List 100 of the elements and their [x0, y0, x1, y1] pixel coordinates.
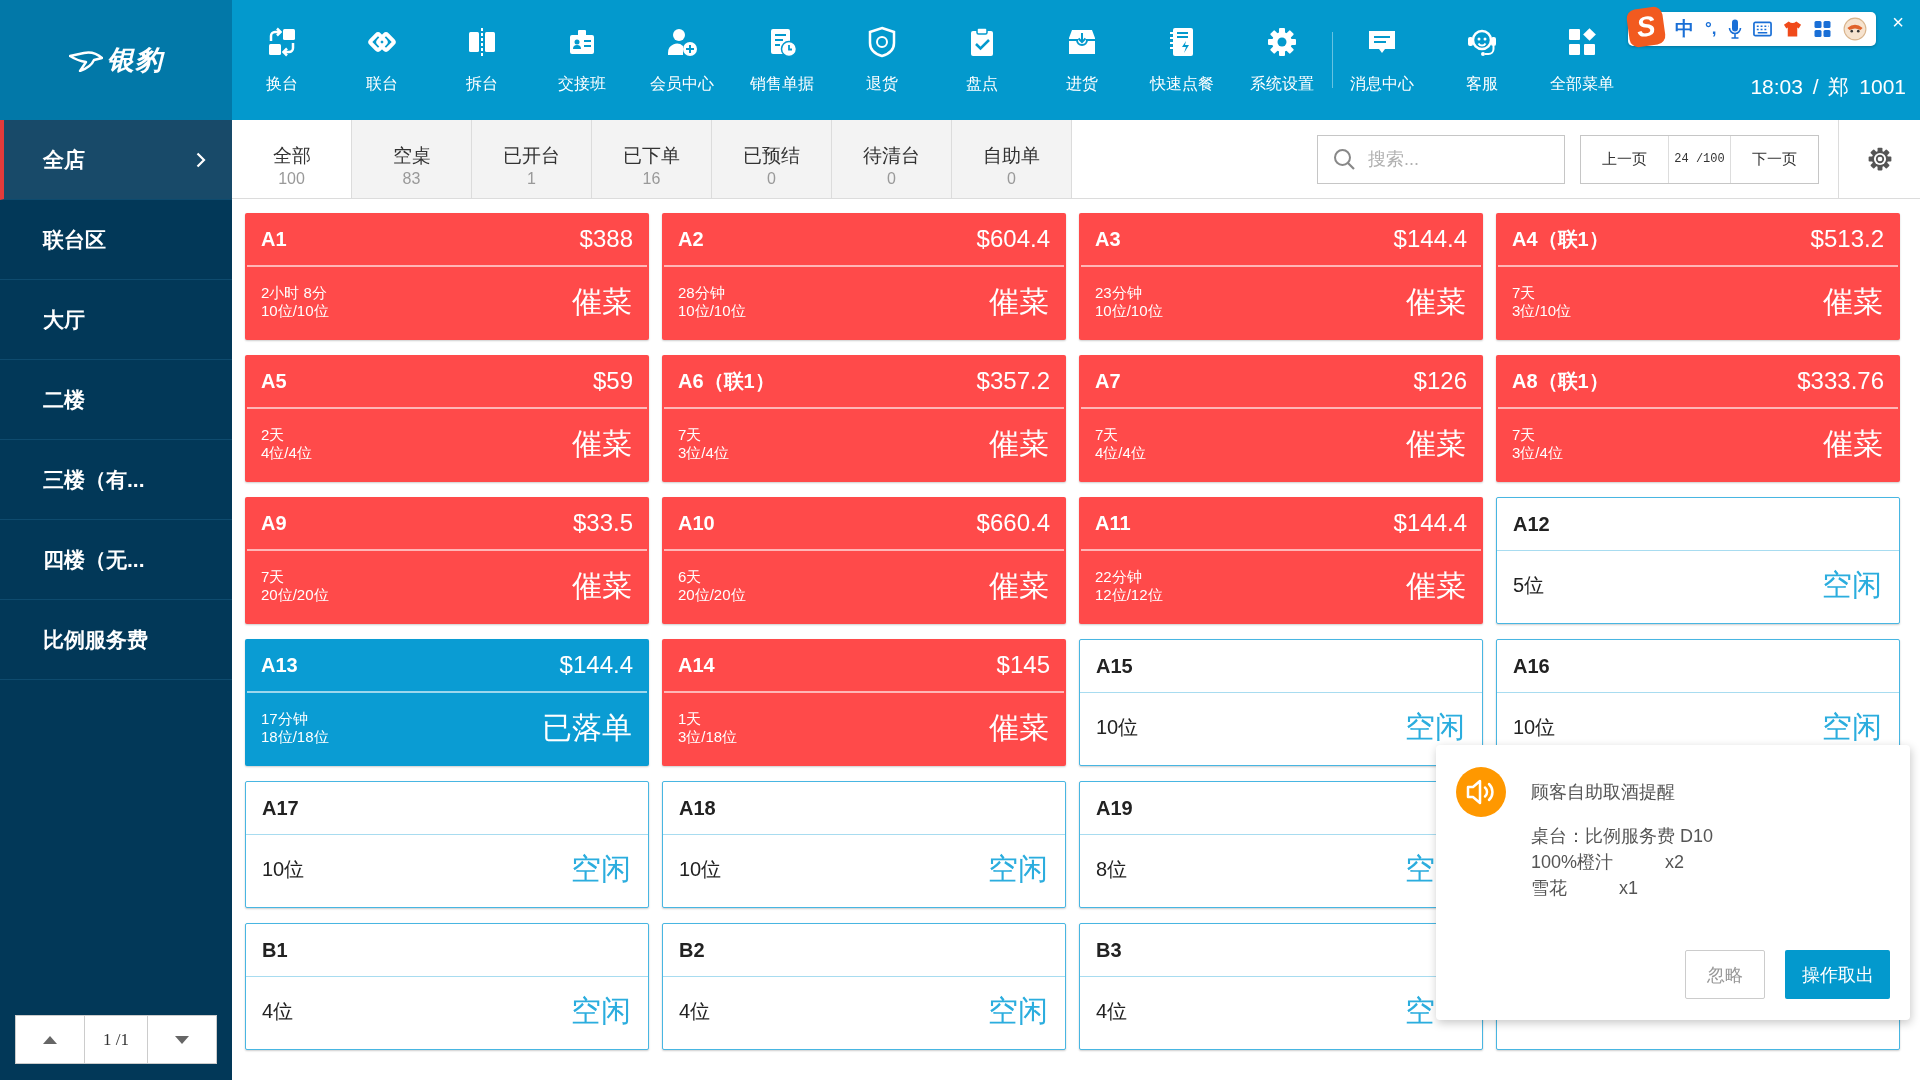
seats-text: 4位/4位 [261, 443, 312, 462]
table-card[interactable]: A1 $388 2小时 8分 10位/10位 催菜 [245, 213, 649, 340]
table-card[interactable]: A15 10位 空闲 [1079, 639, 1483, 766]
table-card[interactable]: A2 $604.4 28分钟 10位/10位 催菜 [662, 213, 1066, 340]
area-item[interactable]: 四楼（无... [0, 520, 232, 600]
seats-text: 10位/10位 [678, 301, 746, 320]
duration-text: 23分钟 [1095, 283, 1143, 302]
status-text: 空闲 [1822, 569, 1882, 601]
close-button[interactable]: × [1890, 10, 1906, 34]
table-card[interactable]: A5 $59 2天 4位/4位 催菜 [245, 355, 649, 482]
toolbar-button[interactable]: 客服 [1432, 0, 1532, 120]
area-item[interactable]: 大厅 [0, 280, 232, 360]
area-item[interactable]: 三楼（有... [0, 440, 232, 520]
status-text: 空闲 [988, 995, 1048, 1027]
seats-text: 4位/4位 [1095, 443, 1146, 462]
language-toggle[interactable]: 中 [1675, 16, 1694, 42]
table-name: A17 [262, 796, 299, 820]
toolbar-button[interactable]: 快速点餐 [1132, 0, 1232, 120]
area-item[interactable]: 联台区 [0, 200, 232, 280]
amount-text: $144.4 [1393, 225, 1467, 253]
table-card[interactable]: A11 $144.4 22分钟 12位/12位 催菜 [1079, 497, 1483, 624]
table-card[interactable]: A3 $144.4 23分钟 10位/10位 催菜 [1079, 213, 1483, 340]
seats-text: 4位 [679, 998, 711, 1024]
microphone-icon[interactable] [1727, 19, 1742, 39]
settings-button[interactable] [1866, 146, 1893, 172]
table-name: A3 [1095, 227, 1121, 251]
filter-tab[interactable]: 自助单 0 [952, 120, 1072, 198]
filter-tab[interactable]: 空桌 83 [352, 120, 472, 198]
search-field[interactable]: 搜索... [1317, 134, 1565, 184]
table-card[interactable]: A8（联1） $333.76 7天 3位/4位 催菜 [1496, 355, 1900, 482]
duration-text: 6天 [678, 567, 703, 586]
table-card[interactable]: A12 5位 空闲 [1496, 497, 1900, 624]
table-name: A8（联1） [1512, 368, 1609, 394]
shirt-icon[interactable] [1782, 20, 1802, 38]
table-name: A7 [1095, 369, 1121, 393]
toolbar-button[interactable]: 联台 [332, 0, 432, 120]
toolbar-button[interactable]: 换台 [232, 0, 332, 120]
toolbar-button[interactable]: 会员中心 [632, 0, 732, 120]
search-icon [1333, 147, 1355, 170]
status-text: 催菜 [572, 285, 632, 318]
toolbar-button[interactable]: 退货 [832, 0, 932, 120]
table-card[interactable]: A10 $660.4 6天 20位/20位 催菜 [662, 497, 1066, 624]
status-text: 空 [1405, 853, 1435, 885]
table-card[interactable]: A7 $126 7天 4位/4位 催菜 [1079, 355, 1483, 482]
area-item[interactable]: 全店 [0, 120, 232, 200]
table-card[interactable]: B2 4位 空闲 [662, 923, 1066, 1050]
table-name: A4（联1） [1512, 226, 1609, 252]
table-card[interactable]: A13 $144.4 17分钟 18位/18位 已落单 [245, 639, 649, 766]
swap-icon [266, 26, 298, 58]
table-name: A14 [678, 653, 715, 677]
toolbar-button[interactable]: 消息中心 [1332, 0, 1432, 120]
table-card[interactable]: B3 4位 空 [1079, 923, 1483, 1050]
table-name: A16 [1513, 654, 1550, 678]
table-card[interactable]: B1 4位 空闲 [245, 923, 649, 1050]
status-text: 空闲 [571, 853, 631, 885]
amount-text: $333.76 [1797, 367, 1884, 395]
grid-icon[interactable] [1812, 20, 1832, 38]
toolbar-button[interactable]: 盘点 [932, 0, 1032, 120]
filter-tab[interactable]: 待清台 0 [832, 120, 952, 198]
popup-text: 桌台：比例服务费 D10 [1531, 825, 1714, 848]
item-quantity: x1 [1619, 877, 1638, 900]
toolbar-button[interactable]: 交接班 [532, 0, 632, 120]
seats-text: 4位 [262, 998, 294, 1024]
seats-text: 20位/20位 [261, 585, 329, 604]
punctuation-toggle[interactable]: °, [1705, 19, 1717, 39]
filter-tab[interactable]: 已开台 1 [472, 120, 592, 198]
duration-text: 22分钟 [1095, 567, 1143, 586]
table-name: A10 [678, 511, 715, 535]
duration-text: 7天 [261, 567, 286, 586]
amount-text: $388 [579, 225, 633, 253]
toolbar-button[interactable]: 拆台 [432, 0, 532, 120]
status-text: 空闲 [988, 853, 1048, 885]
item-name: 雪花 [1531, 877, 1567, 900]
toolbar-button[interactable]: 进货 [1032, 0, 1132, 120]
area-item[interactable]: 二楼 [0, 360, 232, 440]
avatar-icon[interactable] [1842, 17, 1867, 41]
filter-tab[interactable]: 已预结 0 [712, 120, 832, 198]
area-item[interactable]: 比例服务费 [0, 600, 232, 680]
seats-text: 3位/4位 [1512, 443, 1563, 462]
table-card[interactable]: A4（联1） $513.2 7天 3位/10位 催菜 [1496, 213, 1900, 340]
table-card[interactable]: A18 10位 空闲 [662, 781, 1066, 908]
seats-text: 10位/10位 [1095, 301, 1163, 320]
keyboard-icon[interactable] [1752, 20, 1772, 38]
table-card[interactable]: A17 10位 空闲 [245, 781, 649, 908]
dismiss-button[interactable]: 忽略 [1685, 950, 1765, 999]
table-name: A15 [1096, 654, 1133, 678]
user-add-icon [666, 26, 698, 58]
time-user-text: 18:03 / 郑 1001 [1750, 75, 1906, 98]
seats-text: 3位/10位 [1512, 301, 1572, 320]
take-out-button[interactable]: 操作取出 [1785, 950, 1890, 999]
toolbar-button[interactable]: 销售单据 [732, 0, 832, 120]
seats-text: 12位/12位 [1095, 585, 1163, 604]
table-card[interactable]: A6（联1） $357.2 7天 3位/4位 催菜 [662, 355, 1066, 482]
table-card[interactable]: A14 $145 1天 3位/18位 催菜 [662, 639, 1066, 766]
filter-tab[interactable]: 已下单 16 [592, 120, 712, 198]
table-name: A12 [1513, 512, 1550, 536]
table-card[interactable]: A9 $33.5 7天 20位/20位 催菜 [245, 497, 649, 624]
status-text: 催菜 [989, 569, 1049, 602]
toolbar-button[interactable]: 系统设置 [1232, 0, 1332, 120]
seats-text: 10位/10位 [261, 301, 329, 320]
